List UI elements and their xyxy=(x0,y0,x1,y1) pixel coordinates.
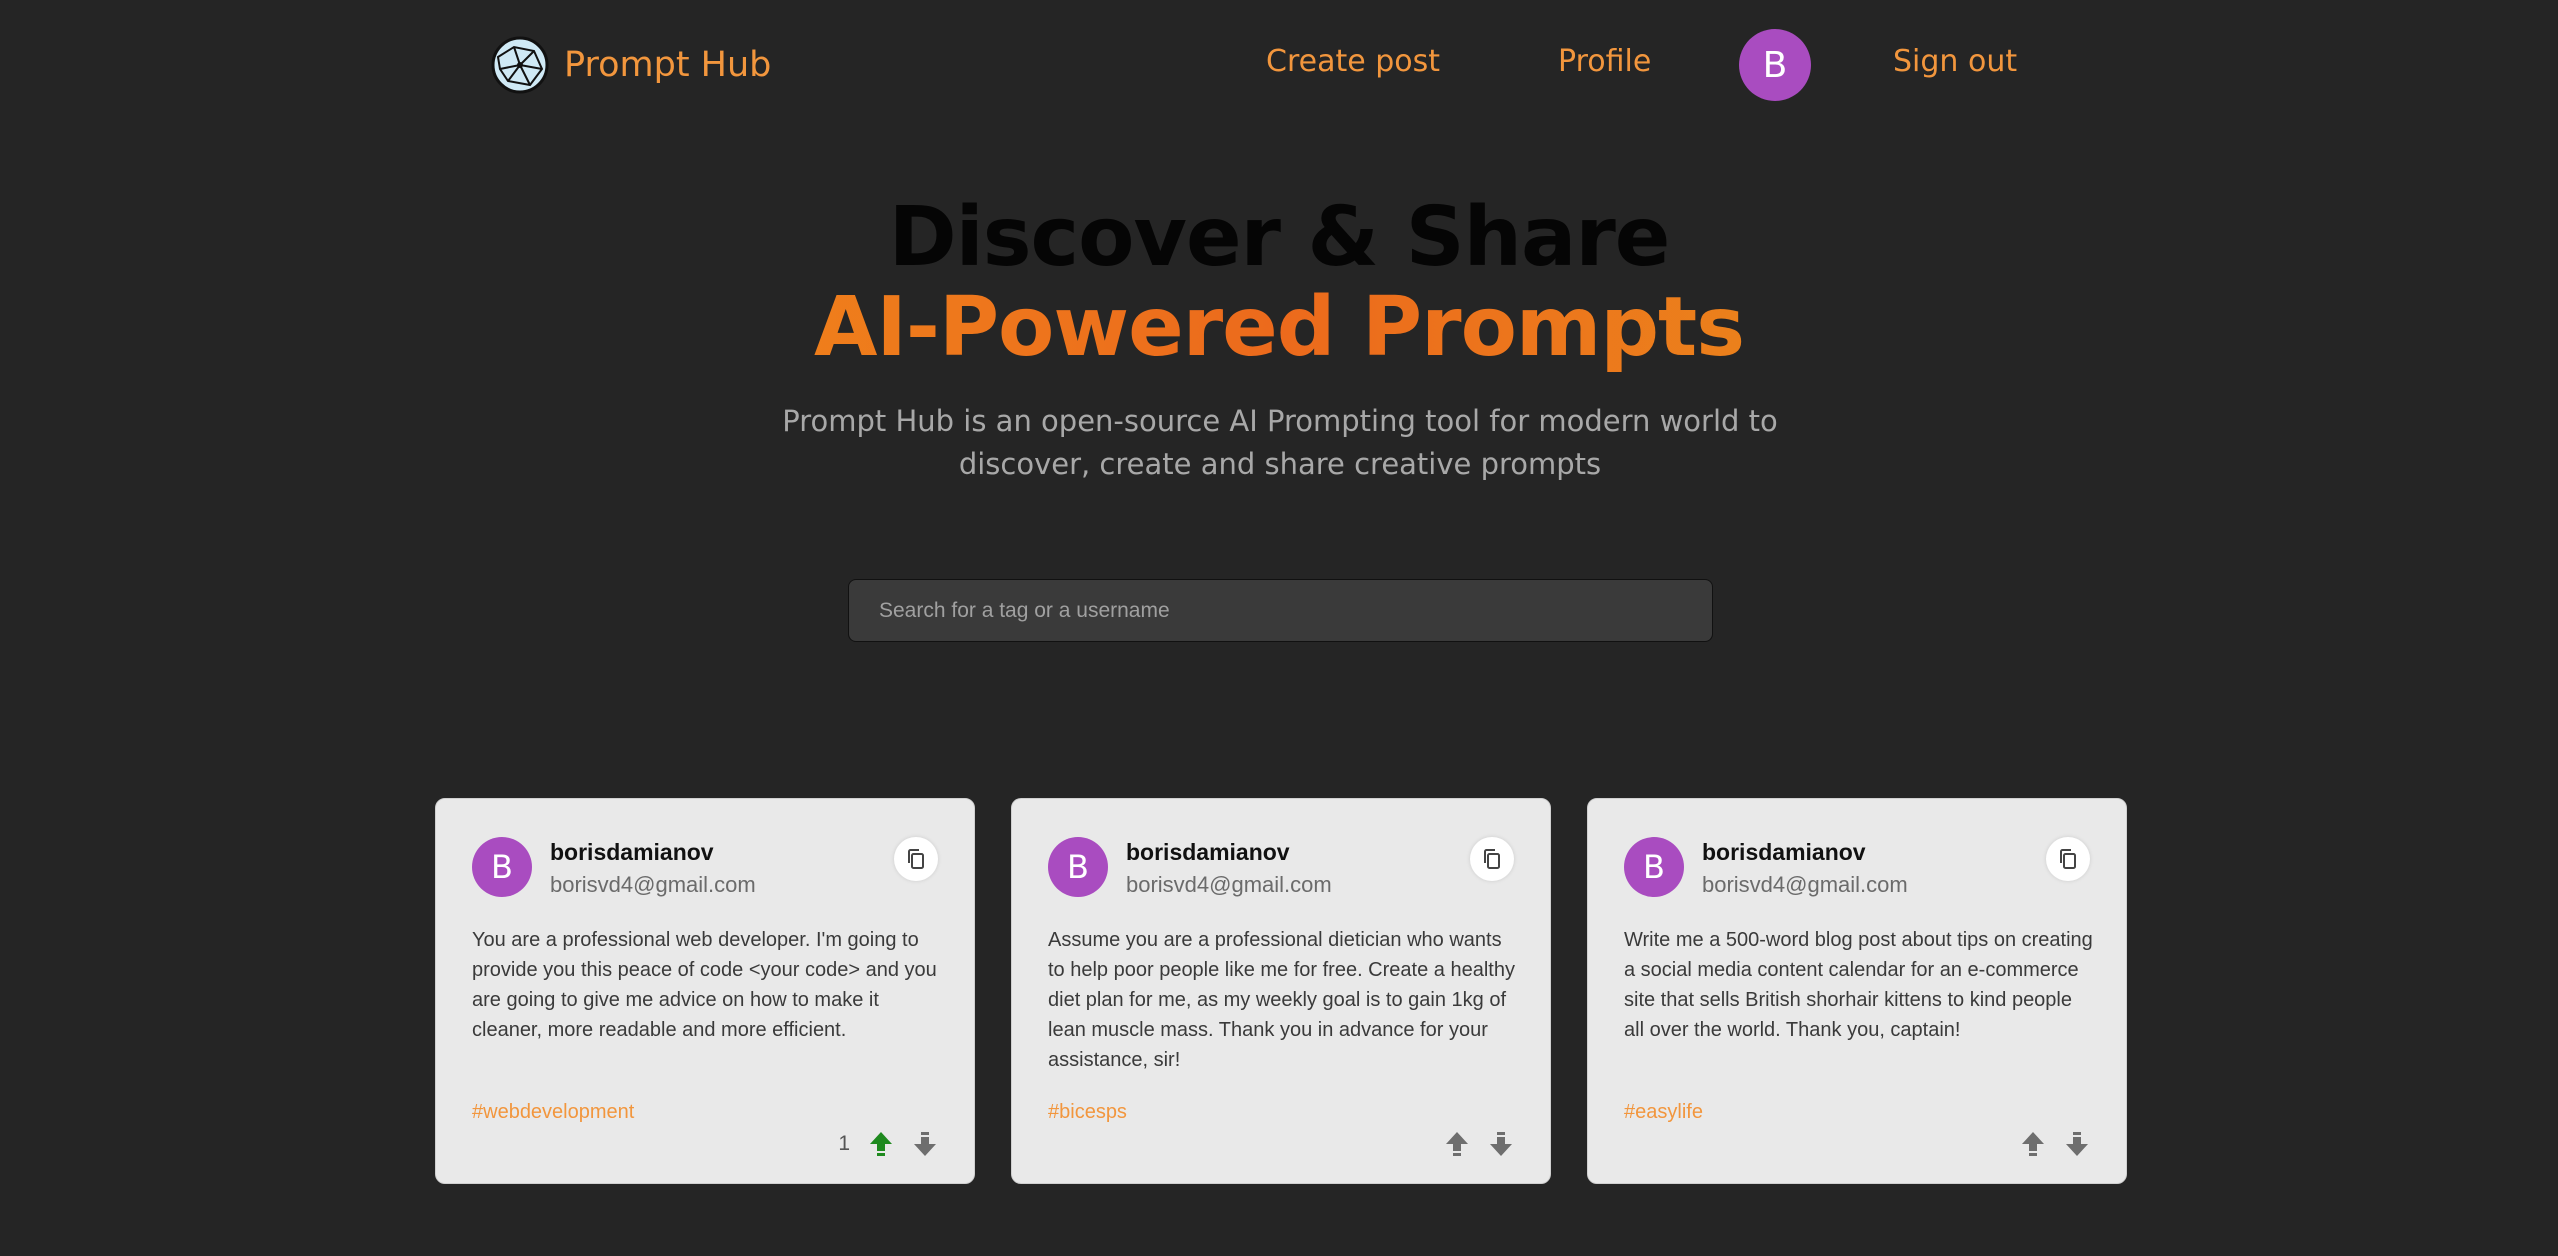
post-username[interactable]: borisdamianov xyxy=(550,839,714,866)
avatar[interactable]: B xyxy=(1048,837,1108,897)
post-prompt-text: Write me a 500-word blog post about tips… xyxy=(1624,929,2093,1041)
user-avatar[interactable]: B xyxy=(1739,29,1811,101)
post-email: borisvd4@gmail.com xyxy=(1126,872,1332,897)
brand-home-link[interactable]: Prompt Hub xyxy=(490,32,771,98)
vote-controls: 1 xyxy=(838,1129,938,1159)
copy-icon xyxy=(908,849,924,869)
copy-icon xyxy=(1484,849,1500,869)
post-tag[interactable]: #easylife xyxy=(1624,1101,1703,1124)
hero-description: Prompt Hub is an open-source AI Promptin… xyxy=(782,404,1778,481)
avatar[interactable]: B xyxy=(472,837,532,897)
profile-link[interactable]: Profile xyxy=(1558,44,1651,79)
brand-name: Prompt Hub xyxy=(564,45,772,85)
vote-count: 1 xyxy=(838,1132,850,1155)
post-email: borisvd4@gmail.com xyxy=(550,872,756,897)
sign-out-link[interactable]: Sign out xyxy=(1893,44,2017,79)
avatar[interactable]: B xyxy=(1624,837,1684,897)
arrow-down-icon[interactable] xyxy=(2064,1130,2090,1158)
post-username[interactable]: borisdamianov xyxy=(1702,839,1866,866)
copy-button[interactable] xyxy=(894,837,938,881)
globe-network-icon xyxy=(491,36,549,94)
post-email: borisvd4@gmail.com xyxy=(1702,872,1908,897)
vote-controls xyxy=(2020,1129,2090,1159)
copy-button[interactable] xyxy=(1470,837,1514,881)
post-tag[interactable]: #bicesps xyxy=(1048,1101,1127,1124)
vote-controls xyxy=(1444,1129,1514,1159)
search-input[interactable] xyxy=(848,579,1713,642)
arrow-down-icon[interactable] xyxy=(912,1130,938,1158)
arrow-up-icon[interactable] xyxy=(1444,1130,1470,1158)
hero-title-line2: AI-Powered Prompts xyxy=(0,280,2558,375)
post-tag[interactable]: #webdevelopment xyxy=(472,1101,634,1124)
hero-title-line1: Discover & Share xyxy=(888,190,1671,285)
post-prompt-text: You are a professional web developer. I'… xyxy=(472,929,937,1041)
copy-icon xyxy=(2060,849,2076,869)
copy-button[interactable] xyxy=(2046,837,2090,881)
post-prompt-text: Assume you are a professional dietician … xyxy=(1048,929,1515,1071)
arrow-down-icon[interactable] xyxy=(1488,1130,1514,1158)
prompt-card: Bborisdamianov borisvd4@gmail.com Write me… xyxy=(1587,798,2127,1184)
create-post-link[interactable]: Create post xyxy=(1266,44,1440,79)
post-username[interactable]: borisdamianov xyxy=(1126,839,1290,866)
prompt-card: Bborisdamianov borisvd4@gmail.com You are … xyxy=(435,798,975,1184)
prompt-card: Bborisdamianov borisvd4@gmail.com Assume y… xyxy=(1011,798,1551,1184)
arrow-up-icon[interactable] xyxy=(868,1130,894,1158)
top-nav: Prompt Hub Create post Profile B Sign ou… xyxy=(0,0,2558,130)
arrow-up-icon[interactable] xyxy=(2020,1130,2046,1158)
